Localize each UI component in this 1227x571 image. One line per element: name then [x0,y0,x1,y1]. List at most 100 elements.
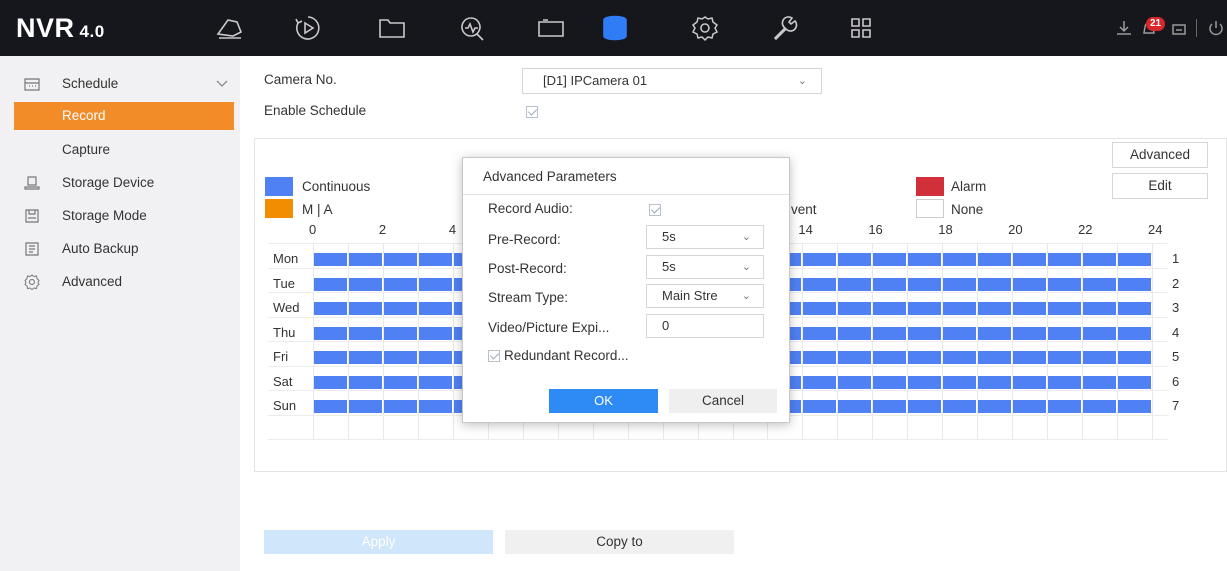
redundant-record-checkbox[interactable] [488,350,500,362]
schedule-segment[interactable] [383,302,417,315]
schedule-segment[interactable] [873,302,907,315]
schedule-segment[interactable] [838,277,872,291]
schedule-segment[interactable] [1118,302,1151,315]
schedule-segment[interactable] [1083,326,1117,340]
schedule-segment[interactable] [1083,400,1117,413]
schedule-segment[interactable] [943,277,977,291]
schedule-segment[interactable] [1013,351,1047,364]
configuration-icon[interactable] [690,14,720,42]
apply-button[interactable]: Apply [264,530,493,554]
schedule-segment[interactable] [873,351,907,364]
copy-to-button[interactable]: Copy to [505,530,734,554]
ok-button[interactable]: OK [549,389,658,413]
schedule-segment[interactable] [383,400,417,413]
download-icon[interactable] [1115,19,1133,37]
schedule-segment[interactable] [383,253,417,266]
schedule-segment[interactable] [418,375,452,389]
schedule-segment[interactable] [943,375,977,389]
schedule-segment[interactable] [348,400,382,413]
schedule-segment[interactable] [348,375,382,389]
schedule-segment[interactable] [348,351,382,364]
record-audio-checkbox[interactable] [649,204,661,216]
schedule-segment[interactable] [418,400,452,413]
schedule-segment[interactable] [908,302,942,315]
schedule-segment[interactable] [803,253,837,266]
smart-analysis-icon[interactable] [457,14,487,42]
schedule-segment[interactable] [1083,302,1117,315]
schedule-segment[interactable] [348,302,382,315]
legend-continuous-swatch[interactable] [265,177,293,196]
schedule-segment[interactable] [314,253,347,266]
schedule-segment[interactable] [838,351,872,364]
schedule-segment[interactable] [1048,351,1082,364]
schedule-segment[interactable] [1083,277,1117,291]
schedule-segment[interactable] [383,277,417,291]
schedule-segment[interactable] [943,400,977,413]
schedule-segment[interactable] [1013,253,1047,266]
sidebar-item-advanced[interactable]: Advanced [0,268,240,296]
schedule-segment[interactable] [803,302,837,315]
schedule-segment[interactable] [803,375,837,389]
schedule-segment[interactable] [1048,375,1082,389]
schedule-segment[interactable] [1083,253,1117,266]
schedule-segment[interactable] [803,277,837,291]
schedule-segment[interactable] [348,253,382,266]
schedule-segment[interactable] [908,277,942,291]
schedule-segment[interactable] [1118,326,1151,340]
pre-record-select[interactable]: 5s ⌄ [646,225,764,249]
file-management-icon[interactable] [377,14,407,42]
schedule-segment[interactable] [908,253,942,266]
sidebar-item-schedule[interactable]: Schedule [0,70,240,98]
schedule-segment[interactable] [314,400,347,413]
maintenance-icon[interactable] [770,14,800,42]
schedule-segment[interactable] [838,326,872,340]
playback-icon[interactable] [293,14,323,42]
schedule-segment[interactable] [1048,326,1082,340]
schedule-segment[interactable] [1013,302,1047,315]
cancel-button[interactable]: Cancel [669,389,777,413]
schedule-segment[interactable] [908,351,942,364]
schedule-segment[interactable] [978,253,1012,266]
schedule-segment[interactable] [314,351,347,364]
schedule-segment[interactable] [418,326,452,340]
schedule-segment[interactable] [803,326,837,340]
schedule-segment[interactable] [838,253,872,266]
schedule-segment[interactable] [314,375,347,389]
schedule-segment[interactable] [1048,302,1082,315]
schedule-segment[interactable] [348,326,382,340]
schedule-segment[interactable] [943,326,977,340]
schedule-segment[interactable] [1048,253,1082,266]
schedule-segment[interactable] [908,400,942,413]
expiry-input[interactable]: 0 [646,314,764,338]
schedule-segment[interactable] [943,302,977,315]
schedule-segment[interactable] [383,326,417,340]
schedule-segment[interactable] [418,277,452,291]
schedule-segment[interactable] [1118,351,1151,364]
live-view-icon[interactable] [215,14,245,42]
schedule-segment[interactable] [873,277,907,291]
schedule-segment[interactable] [1118,253,1151,266]
schedule-segment[interactable] [803,351,837,364]
camera-icon[interactable] [536,14,566,42]
legend-alarm-swatch[interactable] [916,177,944,196]
schedule-segment[interactable] [978,277,1012,291]
schedule-segment[interactable] [348,277,382,291]
schedule-segment[interactable] [1013,400,1047,413]
storage-icon[interactable] [600,14,630,42]
schedule-segment[interactable] [418,253,452,266]
sidebar-item-storage-device[interactable]: Storage Device [0,169,240,197]
power-icon[interactable] [1207,19,1225,37]
schedule-segment[interactable] [1083,375,1117,389]
edit-button[interactable]: Edit [1112,173,1208,199]
schedule-segment[interactable] [943,253,977,266]
sidebar-item-storage-mode[interactable]: Storage Mode [0,202,240,230]
schedule-segment[interactable] [978,375,1012,389]
schedule-segment[interactable] [1083,351,1117,364]
schedule-segment[interactable] [383,351,417,364]
legend-none-swatch[interactable] [916,199,944,218]
schedule-segment[interactable] [1013,375,1047,389]
advanced-button[interactable]: Advanced [1112,142,1208,168]
menu-grid-icon[interactable] [846,14,876,42]
sidebar-item-record[interactable]: Record [14,102,234,130]
legend-motion-alarm-swatch[interactable] [265,199,293,218]
